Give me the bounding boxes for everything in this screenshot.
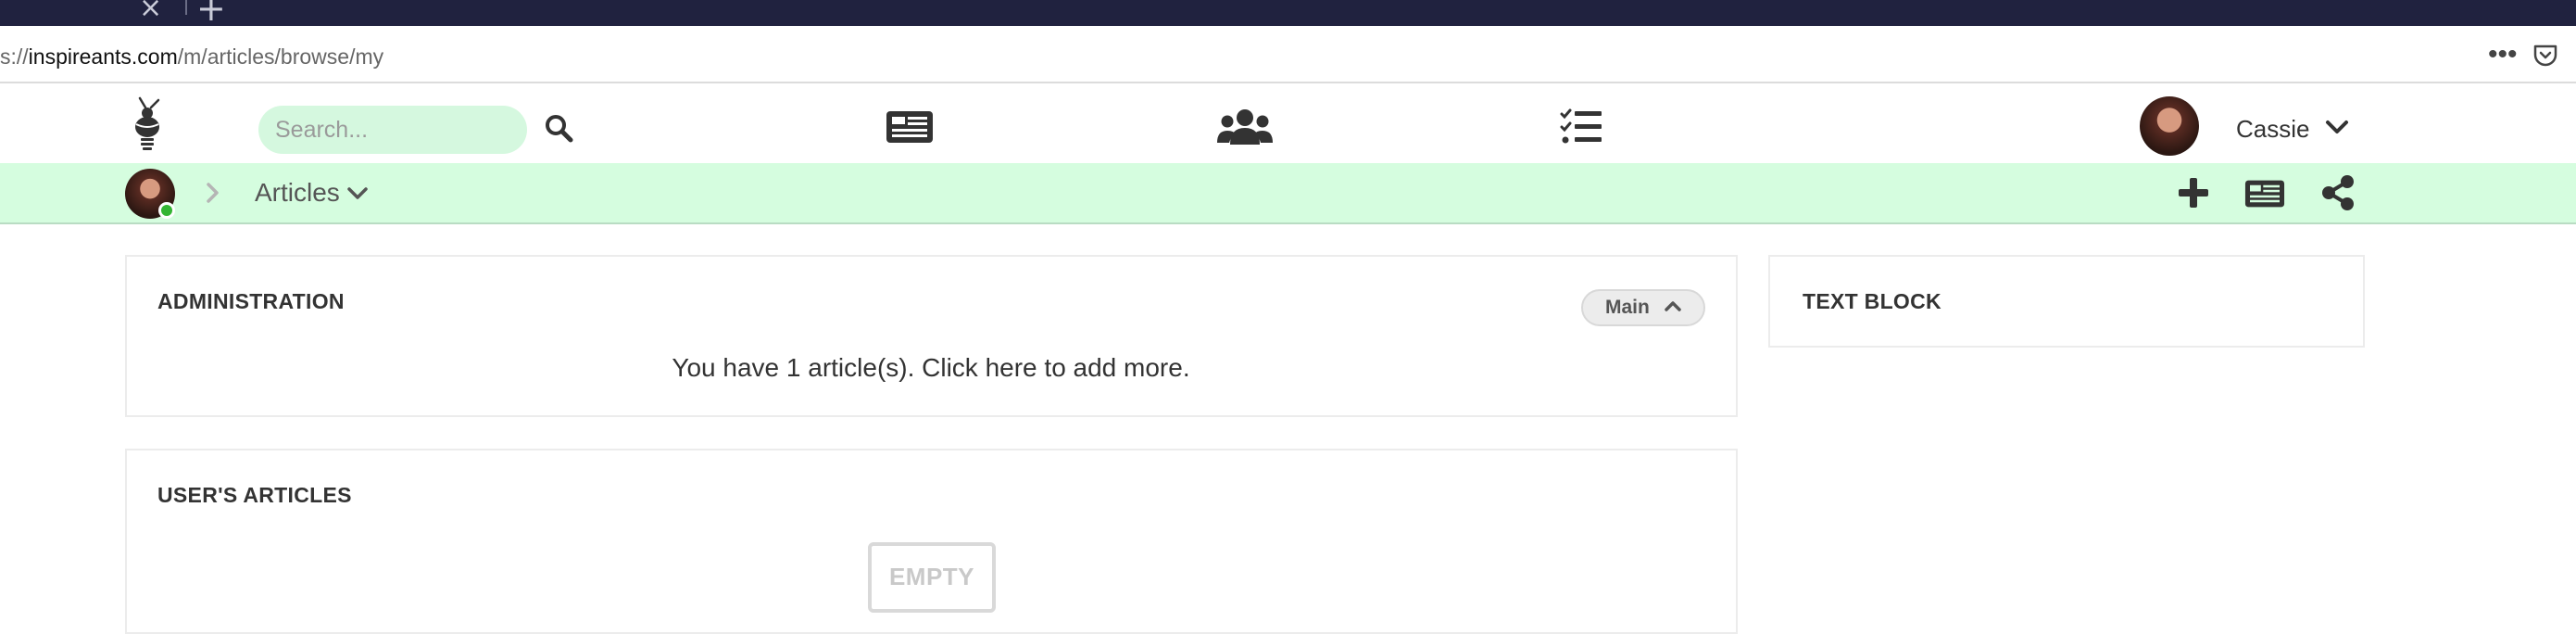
chevron-down-icon[interactable] [346,185,369,202]
add-articles-link[interactable]: You have 1 article(s). Click here to add… [126,352,1736,384]
chevron-down-icon[interactable] [2325,119,2349,135]
chevron-right-icon [207,183,219,203]
text-block-title: TEXT BLOCK [1803,289,1941,313]
search-icon[interactable] [544,113,573,143]
users-articles-title: USER'S ARTICLES [157,483,352,507]
search-input[interactable] [258,106,527,154]
pocket-icon[interactable] [2533,44,2557,67]
url-prefix: s:// [0,44,29,69]
user-avatar[interactable] [2140,96,2199,156]
page-actions-icon[interactable]: ••• [2488,41,2518,69]
browser-tab-bar [0,0,2576,26]
new-tab-icon[interactable]: + [196,0,226,26]
bulb-ant-logo-icon[interactable] [127,96,173,156]
address-field[interactable]: s://inspireants.com/m/articles/browse/my [0,43,383,70]
chevron-up-icon [1665,301,1681,311]
share-icon[interactable] [2320,174,2356,211]
breadcrumb-articles[interactable]: Articles [255,178,340,208]
url-host: inspireants.com [28,44,178,69]
plus-icon[interactable] [2177,176,2210,209]
tasks-list-icon[interactable] [1560,108,1602,146]
main-toggle-label: Main [1605,297,1650,318]
main-toggle-button[interactable]: Main [1581,289,1705,326]
empty-placeholder: EMPTY [868,542,996,613]
administration-title: ADMINISTRATION [157,289,345,313]
administration-card [125,255,1738,417]
tab-close-icon[interactable]: × [139,0,162,22]
tab-separator [185,0,187,15]
url-path: /m/articles/browse/my [177,44,384,69]
articles-icon[interactable] [2243,179,2286,209]
articles-icon[interactable] [885,109,935,145]
online-status-dot [158,202,175,219]
users-icon[interactable] [1217,108,1273,146]
user-name[interactable]: Cassie [2236,115,2309,143]
browser-url-bar[interactable] [0,28,2576,83]
